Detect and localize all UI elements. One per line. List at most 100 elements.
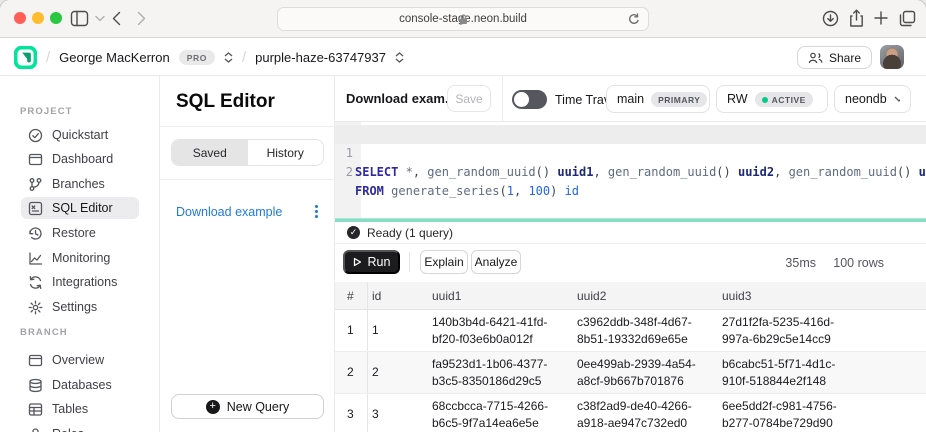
divider <box>160 126 335 127</box>
code-line[interactable]: 1 SELECT *, gen_random_uuid() uuid1, gen… <box>335 125 926 144</box>
sidebar-item-databases[interactable]: Databases <box>21 374 139 396</box>
results-header-row: # id uuid1 uuid2 uuid3 <box>335 282 926 310</box>
sidebar-item-monitoring[interactable]: Monitoring <box>21 247 139 269</box>
app-header: / George MacKerron PRO / purple-haze-637… <box>0 38 926 76</box>
compute-select[interactable]: RW ACTIVE <box>716 85 828 113</box>
dashboard-icon <box>28 152 43 167</box>
query-menu-icon[interactable] <box>311 203 322 220</box>
tab-overview-icon[interactable] <box>899 10 916 27</box>
plus-icon: + <box>206 400 220 414</box>
address-bar[interactable]: console-stage.neon.build <box>277 7 649 31</box>
reload-icon[interactable] <box>627 12 640 26</box>
tab-history[interactable]: History <box>248 140 324 165</box>
col-header-uuid3: uuid3 <box>722 289 862 303</box>
saved-history-tabs: Saved History <box>171 139 324 166</box>
column-divider <box>367 282 368 309</box>
col-header-uuid1: uuid1 <box>432 289 567 303</box>
sidebar-item-dashboard[interactable]: Dashboard <box>21 148 139 170</box>
code-line[interactable]: 2 FROM generate_series(1, 100) id <box>335 144 926 163</box>
primary-badge: PRIMARY <box>651 92 707 107</box>
project-switcher-icon[interactable] <box>395 52 404 63</box>
divider <box>409 252 410 272</box>
table-row[interactable]: 1 1 140b3b4d-6421-41fd-bf20-f03e6b0a012f… <box>335 310 926 352</box>
close-window-button[interactable] <box>14 12 26 24</box>
tables-icon <box>28 402 43 417</box>
run-button[interactable]: Run <box>343 250 400 274</box>
downloads-icon[interactable] <box>822 10 839 27</box>
org-switcher-icon[interactable] <box>224 52 233 63</box>
sidebar-item-overview[interactable]: Overview <box>21 349 139 371</box>
query-duration: 35ms <box>785 256 816 270</box>
active-badge: ACTIVE <box>755 92 813 107</box>
tab-saved[interactable]: Saved <box>172 140 248 165</box>
pro-badge: PRO <box>179 50 215 65</box>
minimize-window-button[interactable] <box>32 12 44 24</box>
chevron-down-icon <box>894 96 900 102</box>
people-icon <box>808 52 823 64</box>
share-button[interactable]: Share <box>797 46 872 69</box>
monitoring-icon <box>28 251 43 266</box>
user-avatar[interactable] <box>880 45 904 69</box>
saved-query-item[interactable]: Download example <box>176 203 322 220</box>
sidebar: PROJECT Quickstart Dashboard Branches SQ… <box>0 76 160 432</box>
sidebar-item-roles[interactable]: Roles <box>21 423 139 432</box>
sidebar-toggle-icon[interactable] <box>70 10 89 27</box>
sidebar-item-settings[interactable]: Settings <box>21 296 139 318</box>
new-query-button[interactable]: + New Query <box>171 394 324 419</box>
time-travel-toggle[interactable] <box>512 90 547 109</box>
project-name[interactable]: purple-haze-63747937 <box>255 50 386 65</box>
save-button[interactable]: Save <box>447 85 491 112</box>
new-tab-icon[interactable] <box>874 11 888 25</box>
sql-editor-icon <box>28 201 43 216</box>
panel-title: SQL Editor <box>176 91 275 113</box>
column-divider <box>367 394 368 432</box>
quickstart-icon <box>28 128 43 143</box>
breadcrumb: / George MacKerron PRO / purple-haze-637… <box>14 38 404 76</box>
database-select-value: neondb <box>845 92 887 106</box>
chevron-down-icon[interactable] <box>95 15 105 22</box>
restore-icon <box>28 226 43 241</box>
forward-icon[interactable] <box>137 11 146 26</box>
divider <box>160 179 335 180</box>
branch-select[interactable]: main PRIMARY <box>606 85 710 113</box>
roles-icon <box>28 427 43 432</box>
play-icon <box>353 257 362 267</box>
ready-check-icon: ✓ <box>347 226 360 239</box>
explain-button[interactable]: Explain <box>420 250 468 274</box>
lock-icon <box>459 14 468 25</box>
query-toolbar: Download exam... Save Time Travel main P… <box>335 76 926 122</box>
sidebar-item-integrations[interactable]: Integrations <box>21 271 139 293</box>
org-name[interactable]: George MacKerron <box>59 50 170 65</box>
breadcrumb-separator: / <box>242 49 246 66</box>
saved-query-name[interactable]: Download example <box>176 205 282 219</box>
back-icon[interactable] <box>112 11 121 26</box>
share-page-icon[interactable] <box>849 9 864 28</box>
settings-icon <box>28 300 43 315</box>
neon-logo[interactable] <box>14 46 37 69</box>
queries-panel: SQL Editor Saved History Download exampl… <box>160 76 335 432</box>
actions-bar: Run Explain Analyze 35ms 100 rows <box>335 244 926 282</box>
column-divider <box>367 352 368 393</box>
integrations-icon <box>28 275 43 290</box>
sidebar-item-restore[interactable]: Restore <box>21 222 139 244</box>
results-table: # id uuid1 uuid2 uuid3 1 1 140b3b4d-6421… <box>335 282 926 432</box>
sidebar-item-quickstart[interactable]: Quickstart <box>21 124 139 146</box>
main-area: Download exam... Save Time Travel main P… <box>335 76 926 432</box>
sidebar-item-sql-editor[interactable]: SQL Editor <box>21 197 139 219</box>
sidebar-item-branches[interactable]: Branches <box>21 173 139 195</box>
overview-icon <box>28 353 43 368</box>
database-select[interactable]: neondb <box>834 85 911 113</box>
query-title: Download exam... <box>346 91 456 106</box>
table-row[interactable]: 3 3 68ccbcca-7715-4266-b6c5-9f7a14ea6e5e… <box>335 394 926 432</box>
table-row[interactable]: 2 2 fa9523d1-1b06-4377-b3c5-8350186d29c5… <box>335 352 926 394</box>
analyze-button[interactable]: Analyze <box>471 250 521 274</box>
compute-select-value: RW <box>727 92 748 106</box>
sidebar-item-tables[interactable]: Tables <box>21 398 139 420</box>
browser-window: console-stage.neon.build <box>0 0 926 432</box>
sidebar-section-branch: BRANCH <box>20 327 68 338</box>
sidebar-section-project: PROJECT <box>20 106 73 117</box>
column-divider <box>367 310 368 351</box>
zoom-window-button[interactable] <box>50 12 62 24</box>
sql-code-editor[interactable]: 1 SELECT *, gen_random_uuid() uuid1, gen… <box>335 122 926 218</box>
status-text: Ready (1 query) <box>367 226 453 240</box>
